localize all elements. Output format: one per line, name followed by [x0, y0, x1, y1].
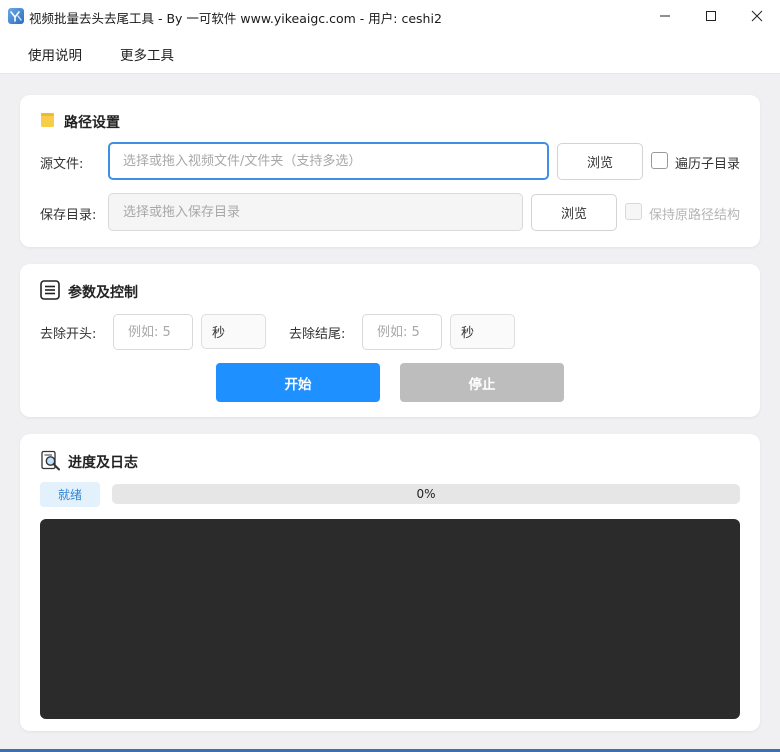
list-icon	[40, 280, 60, 300]
close-button[interactable]	[734, 0, 780, 32]
trim-head-input[interactable]	[113, 314, 193, 350]
keep-structure-label: 保持原路径结构	[649, 208, 741, 223]
path-settings-title: 路径设置	[64, 115, 120, 131]
source-browse-button[interactable]: 浏览	[557, 143, 643, 180]
folder-icon	[41, 113, 54, 127]
trim-head-label: 去除开头:	[40, 327, 97, 342]
window-title: 视频批量去头去尾工具 - By 一可软件 www.yikeaigc.com - …	[29, 11, 442, 26]
minimize-icon	[660, 15, 670, 17]
progress-percent-text: 0%	[416, 487, 436, 501]
output-dir-label: 保存目录:	[40, 208, 97, 223]
recurse-subdir-checkbox[interactable]	[651, 152, 668, 169]
title-bar: 视频批量去头去尾工具 - By 一可软件 www.yikeaigc.com - …	[0, 0, 780, 32]
trim-tail-input[interactable]	[362, 314, 442, 350]
app-logo-icon	[8, 8, 24, 24]
source-file-label: 源文件:	[40, 157, 84, 172]
maximize-icon	[706, 11, 716, 21]
stop-button[interactable]: 停止	[400, 363, 564, 402]
progress-bar: 0%	[112, 484, 740, 504]
log-output[interactable]	[40, 519, 740, 719]
output-browse-button[interactable]: 浏览	[531, 194, 617, 231]
recurse-subdir-label: 遍历子目录	[675, 157, 741, 172]
status-badge: 就绪	[40, 482, 100, 507]
source-file-input[interactable]	[108, 142, 549, 180]
keep-structure-checkbox[interactable]	[625, 203, 642, 220]
start-button[interactable]: 开始	[216, 363, 380, 402]
menu-item-more-tools[interactable]: 更多工具	[120, 44, 174, 64]
trim-head-unit: 秒	[201, 314, 266, 349]
minimize-button[interactable]	[642, 0, 688, 32]
maximize-button[interactable]	[688, 0, 734, 32]
output-dir-input[interactable]	[108, 193, 523, 231]
trim-tail-unit: 秒	[450, 314, 515, 349]
close-icon	[751, 10, 763, 22]
menu-bar: 使用说明 更多工具	[0, 32, 780, 74]
menu-item-instructions[interactable]: 使用说明	[28, 44, 82, 64]
params-title: 参数及控制	[68, 285, 138, 301]
search-document-icon	[41, 450, 60, 471]
trim-tail-label: 去除结尾:	[289, 327, 346, 342]
progress-title: 进度及日志	[68, 455, 138, 471]
